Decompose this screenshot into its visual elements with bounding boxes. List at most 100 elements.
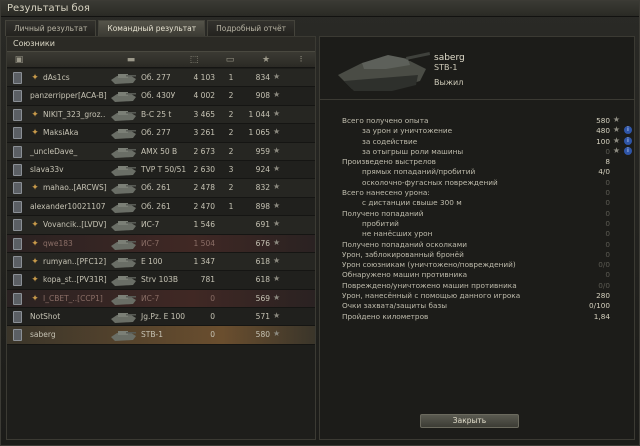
vehicle-name: Об. 261 — [141, 201, 171, 211]
stat-value: 480 — [596, 126, 610, 136]
star-icon[interactable]: ★ — [259, 55, 273, 65]
vehicle-class-icon — [13, 255, 22, 268]
star-icon: ★ — [273, 219, 281, 229]
star-icon: ★ — [273, 182, 281, 192]
vehicle-name: Jg.Pz. E 100 — [141, 312, 186, 322]
star-icon: ★ — [273, 329, 281, 339]
stat-row: Произведено выстрелов 8 — [342, 157, 632, 167]
stat-label: Всего получено опыта — [342, 116, 429, 125]
platoon-column-icon[interactable]: ▣ — [13, 55, 25, 65]
star-icon: ★ — [612, 115, 620, 124]
stat-row: Очки захвата/защиты базы 0/100 — [342, 301, 632, 311]
player-name: saberg — [30, 330, 56, 340]
stats-list: Всего получено опыта 580 ★ за урон и уничто… — [342, 115, 632, 322]
xp-value: 618 — [255, 275, 270, 285]
table-row[interactable]: _uncleDave_ AMX 50 B 2 673 2 959 ★ — [7, 142, 315, 161]
column-header-bar: ▣ ▬ ⬚ ▭ ★ ⁝ — [7, 51, 315, 68]
tank-thumbnail — [111, 221, 136, 232]
damage-value: 4 002 — [193, 91, 215, 101]
vehicle-name: AMX 50 B — [141, 146, 178, 156]
damage-value: 0 — [210, 293, 215, 303]
stat-label: Урон союзникам (уничтожено/повреждений) — [342, 260, 516, 270]
damage-value: 1 504 — [193, 238, 215, 248]
table-row[interactable]: ✦ mahao..[ARCWS] Об. 261 2 478 2 832 ★ — [7, 179, 315, 198]
vehicle-class-icon — [13, 127, 22, 140]
stat-row: Всего получено опыта 580 ★ — [342, 115, 632, 126]
info-icon[interactable]: i — [624, 126, 632, 135]
player-name: mahao..[ARCWS] — [43, 183, 107, 193]
tab-team[interactable]: Командный результат — [98, 20, 206, 36]
stat-label: за содействие — [362, 136, 418, 146]
xp-value: 580 — [255, 330, 270, 340]
stat-label: Получено попаданий осколками — [342, 239, 467, 249]
table-row[interactable]: ✦ Vovancik..[LVDV] ИС-7 1 546 691 ★ — [7, 216, 315, 235]
star-icon: ★ — [273, 127, 281, 137]
vehicle-class-icon — [13, 163, 22, 176]
vehicle-name: ИС-7 — [141, 293, 160, 303]
stat-label: пробитий — [362, 218, 399, 228]
stat-value: 0 — [605, 239, 610, 249]
close-button[interactable]: Закрыть — [420, 414, 519, 428]
damage-value: 1 546 — [193, 220, 215, 230]
table-row[interactable]: NotShot Jg.Pz. E 100 0 571 ★ — [7, 308, 315, 327]
kills-value: 2 — [228, 109, 234, 119]
stat-row: Урон союзникам (уничтожено/повреждений) 0… — [342, 260, 632, 270]
tank-thumbnail — [111, 129, 136, 140]
table-row[interactable]: slava33v TVP T 50/51 2 630 3 924 ★ — [7, 160, 315, 180]
stat-value: 0 — [605, 270, 610, 280]
kills-icon[interactable]: ▭ — [221, 55, 239, 65]
stat-label: с дистанции свыше 300 м — [362, 198, 462, 208]
stat-row: с дистанции свыше 300 м 0 — [342, 198, 632, 208]
stat-label: Пройдено километров — [342, 311, 429, 321]
tank-thumbnail — [111, 294, 136, 305]
damage-value: 1 347 — [193, 256, 215, 266]
detail-vehicle-name: STB-1 — [434, 63, 458, 72]
star-icon: ★ — [273, 274, 281, 284]
table-row[interactable]: ✦ rumyan..[PFC12] E 100 1 347 618 ★ — [7, 252, 315, 272]
tab-bar: Личный результат Командный результат Под… — [5, 20, 297, 36]
tank-thumbnail — [111, 184, 136, 195]
clan-emblem-icon: ✦ — [31, 183, 39, 194]
table-row[interactable]: ✦ dAs1cs Об. 277 4 103 1 834 ★ — [7, 69, 315, 88]
table-row[interactable]: ✦ kopa_st..[PV31R] Strv 103B 781 618 ★ — [7, 271, 315, 290]
info-icon[interactable]: i — [624, 146, 632, 155]
table-row[interactable]: panzerripper[ACA-B] Об. 430У 4 002 2 908 ★ — [7, 87, 315, 106]
damage-value: 781 — [200, 275, 215, 285]
stat-label: за отыгрыш роли машины — [362, 146, 464, 156]
stat-value: 580 — [596, 116, 610, 125]
team-header: Союзники — [7, 37, 315, 51]
damage-value: 2 470 — [193, 201, 215, 211]
stat-label: Получено попаданий — [342, 208, 424, 218]
table-row[interactable]: ✦ I_CBET_..[CCP1] ИС-7 0 569 ★ — [7, 289, 315, 309]
table-row[interactable]: saberg STB-1 0 580 ★ — [7, 326, 315, 345]
vehicle-name: ИС-7 — [141, 238, 160, 248]
player-name: kopa_st..[PV31R] — [43, 275, 107, 285]
stat-value: 0 — [605, 208, 610, 218]
table-row[interactable]: ✦ qwe183 ИС-7 1 504 676 ★ — [7, 234, 315, 253]
info-icon[interactable]: i — [624, 136, 632, 145]
divider — [320, 99, 634, 100]
star-icon: ★ — [273, 311, 281, 321]
player-name: I_CBET_..[CCP1] — [43, 293, 103, 303]
stat-value: 1,84 — [593, 311, 610, 321]
tank-icon[interactable]: ▬ — [119, 55, 143, 65]
detail-player-name: saberg — [434, 53, 465, 63]
status-icon[interactable]: ⁝ — [295, 55, 307, 65]
star-icon: ★ — [612, 125, 620, 135]
kills-value: 2 — [228, 91, 234, 101]
vehicle-class-icon — [13, 311, 22, 324]
table-row[interactable]: alexander10021107 Об. 261 2 470 1 898 ★ — [7, 197, 315, 217]
damage-value: 2 673 — [193, 146, 215, 156]
tank-thumbnail — [111, 313, 136, 324]
damage-icon[interactable]: ⬚ — [187, 55, 201, 65]
tab-personal[interactable]: Личный результат — [5, 20, 97, 36]
window-title: Результаты боя — [7, 3, 90, 14]
stat-row: осколочно-фугасных повреждений 0 — [342, 178, 632, 188]
table-row[interactable]: ✦ NIKIT_323_groz.. В-С 25 t 3 465 2 1 044 ★ — [7, 105, 315, 125]
tab-detailed[interactable]: Подробный отчёт — [207, 20, 295, 36]
clan-emblem-icon: ✦ — [31, 128, 39, 139]
vehicle-class-icon — [13, 90, 22, 103]
stat-row: Повреждено/уничтожено машин противника 0/… — [342, 281, 632, 291]
table-row[interactable]: ✦ MaksiAka Об. 277 3 261 2 1 065 ★ — [7, 124, 315, 143]
star-icon: ★ — [612, 145, 620, 155]
